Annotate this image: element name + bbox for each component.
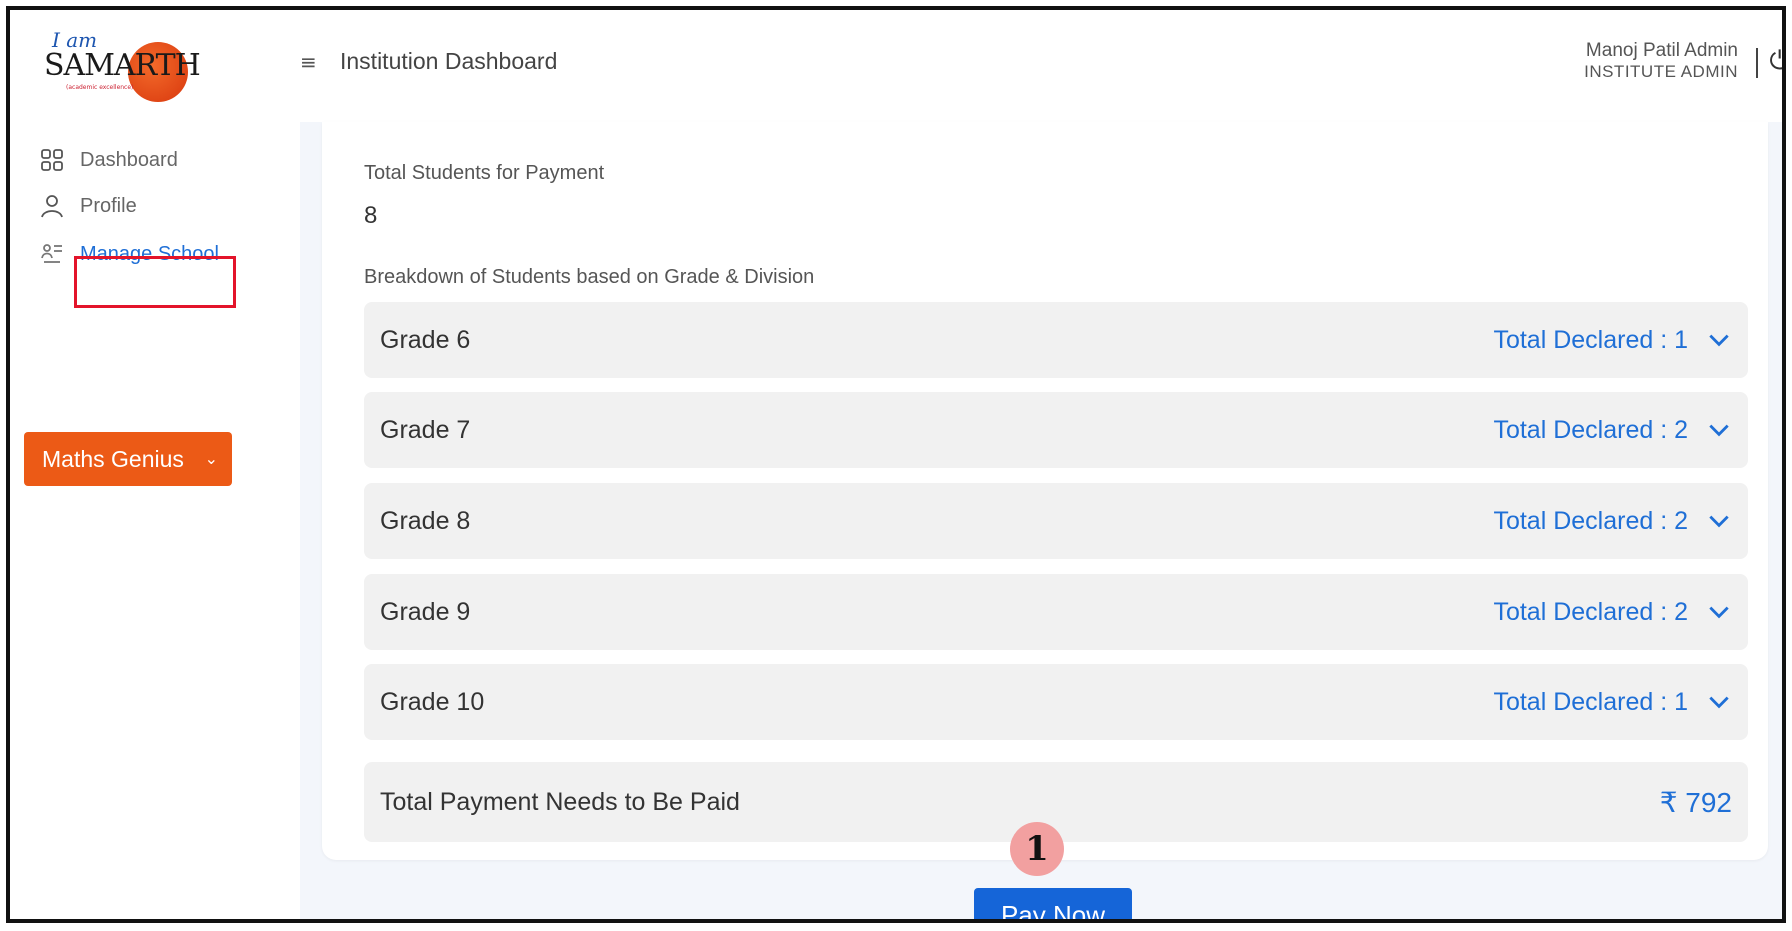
pay-now-button[interactable]: Pay Now <box>974 888 1132 919</box>
logo-tagline: (academic excellence) <box>66 84 134 91</box>
payment-card: Total Students for Payment 8 Breakdown o… <box>322 122 1768 860</box>
sidebar-item-label: Profile <box>80 194 137 217</box>
total-students-label: Total Students for Payment <box>364 162 605 184</box>
total-declared: Total Declared : 2 <box>1493 597 1688 626</box>
total-payment-value: ₹ 792 <box>1659 786 1732 818</box>
school-icon <box>38 240 66 268</box>
header-divider <box>1756 48 1758 78</box>
chevron-down-icon[interactable] <box>1706 599 1732 625</box>
program-label: Maths Genius <box>42 445 184 472</box>
grade-row-6[interactable]: Grade 6 Total Declared : 1 <box>364 302 1748 378</box>
grade-label: Grade 8 <box>380 506 471 535</box>
chevron-down-icon[interactable] <box>1706 327 1732 353</box>
main-content: Total Students for Payment 8 Breakdown o… <box>300 122 1782 919</box>
chevron-down-icon[interactable] <box>1706 689 1732 715</box>
chevron-down-icon[interactable] <box>1706 417 1732 443</box>
total-declared: Total Declared : 2 <box>1493 506 1688 535</box>
user-role: INSTITUTE ADMIN <box>1584 62 1738 81</box>
sidebar-item-dashboard[interactable]: Dashboard <box>38 146 178 174</box>
chevron-down-icon[interactable] <box>1706 508 1732 534</box>
user-name: Manoj Patil Admin <box>1585 40 1738 61</box>
total-declared: Total Declared : 1 <box>1493 325 1688 354</box>
step-badge: 1 <box>1010 822 1064 876</box>
user-info: Manoj Patil Admin INSTITUTE ADMIN <box>1584 40 1738 82</box>
grade-row-7[interactable]: Grade 7 Total Declared : 2 <box>364 392 1748 468</box>
sidebar: Dashboard Profile Manage School Maths Ge… <box>10 122 300 919</box>
total-payment-label: Total Payment Needs to Be Paid <box>380 787 740 816</box>
app-window: I am SAMARTH (academic excellence) ≡ Ins… <box>6 6 1786 923</box>
total-declared: Total Declared : 2 <box>1493 415 1688 444</box>
grade-row-8[interactable]: Grade 8 Total Declared : 2 <box>364 483 1748 559</box>
breakdown-label: Breakdown of Students based on Grade & D… <box>364 266 815 288</box>
total-declared: Total Declared : 1 <box>1493 687 1688 716</box>
total-students-value: 8 <box>364 202 378 229</box>
samarth-logo[interactable]: I am SAMARTH (academic excellence) <box>40 28 201 104</box>
maths-genius-dropdown[interactable]: Maths Genius ⌄ <box>24 432 232 486</box>
grade-row-10[interactable]: Grade 10 Total Declared : 1 <box>364 664 1748 740</box>
page-title: Institution Dashboard <box>340 48 558 74</box>
top-header: I am SAMARTH (academic excellence) ≡ Ins… <box>10 10 1782 122</box>
user-icon <box>38 192 66 220</box>
chevron-down-icon: ⌄ <box>204 451 218 468</box>
logo-word: SAMARTH <box>44 48 201 83</box>
manage-school-highlight <box>74 256 236 308</box>
grid-icon <box>38 146 66 174</box>
power-icon[interactable]: ⏻ <box>1769 46 1782 77</box>
sidebar-item-profile[interactable]: Profile <box>38 192 137 220</box>
grade-label: Grade 7 <box>380 415 471 444</box>
grade-row-9[interactable]: Grade 9 Total Declared : 2 <box>364 574 1748 650</box>
grade-label: Grade 6 <box>380 325 471 354</box>
grade-label: Grade 10 <box>380 687 485 716</box>
sidebar-item-label: Dashboard <box>80 148 178 171</box>
grade-label: Grade 9 <box>380 597 471 626</box>
menu-toggle-icon[interactable]: ≡ <box>300 50 317 74</box>
